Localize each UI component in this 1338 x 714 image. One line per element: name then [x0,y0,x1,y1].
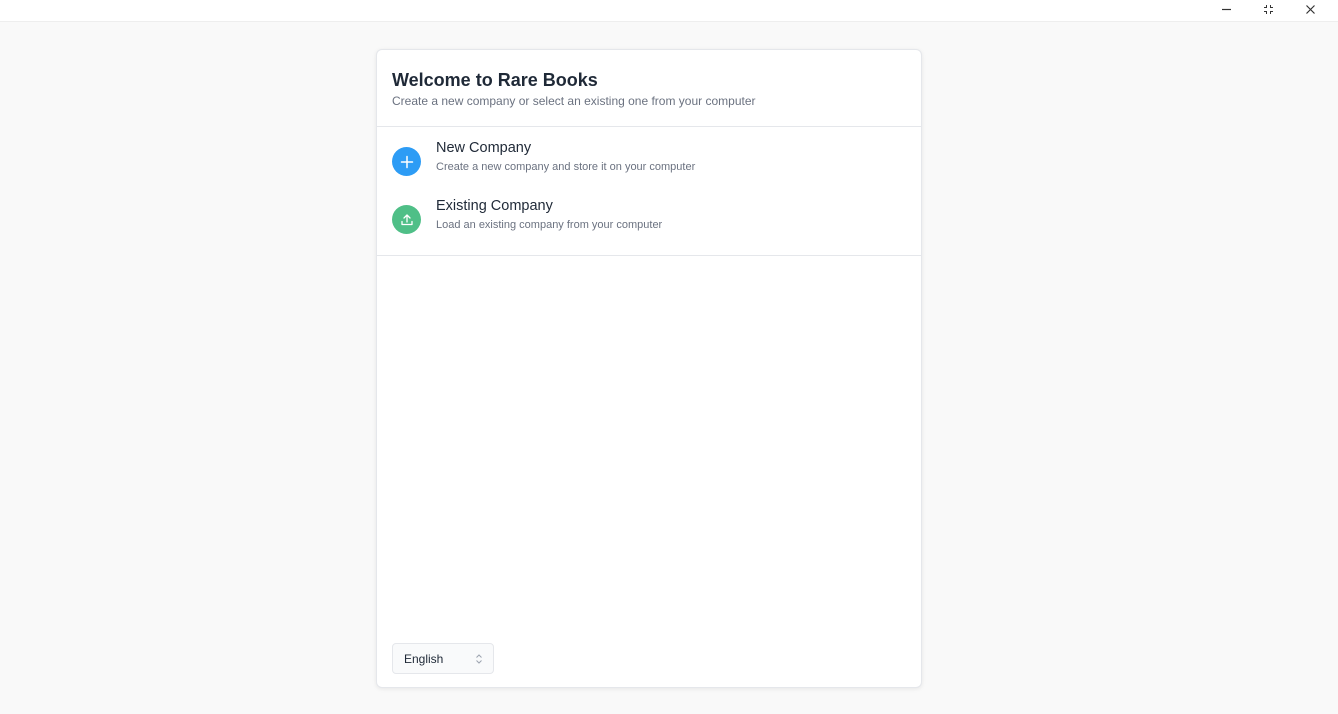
close-icon [1305,4,1315,14]
existing-company-text: Existing Company Load an existing compan… [436,198,662,232]
page-title: Welcome to Rare Books [392,70,598,90]
new-company-title: New Company [436,140,532,156]
minimize-button[interactable] [1206,0,1246,18]
page-subtitle: Create a new company or select an existi… [392,94,756,108]
language-selected-value: English [404,651,444,666]
new-company-description: Create a new company and store it on you… [436,161,696,173]
maximize-icon [1263,4,1273,14]
new-company-option[interactable]: New Company Create a new company and sto… [377,134,921,192]
close-button[interactable] [1290,0,1330,18]
maximize-button[interactable] [1248,0,1288,18]
language-select[interactable]: English [392,643,494,674]
company-options: New Company Create a new company and sto… [377,127,921,256]
existing-company-option[interactable]: Existing Company Load an existing compan… [377,192,921,250]
upload-icon [392,205,421,234]
minimize-icon [1221,8,1231,10]
new-company-text: New Company Create a new company and sto… [436,140,695,174]
existing-company-title: Existing Company [436,198,553,214]
existing-company-description: Load an existing company from your compu… [436,219,663,231]
chevron-up-down-icon [476,653,482,664]
window-titlebar [0,0,1338,22]
plus-icon [392,147,421,176]
card-header: Welcome to Rare Books Create a new compa… [377,50,921,127]
welcome-card: Welcome to Rare Books Create a new compa… [376,49,922,688]
